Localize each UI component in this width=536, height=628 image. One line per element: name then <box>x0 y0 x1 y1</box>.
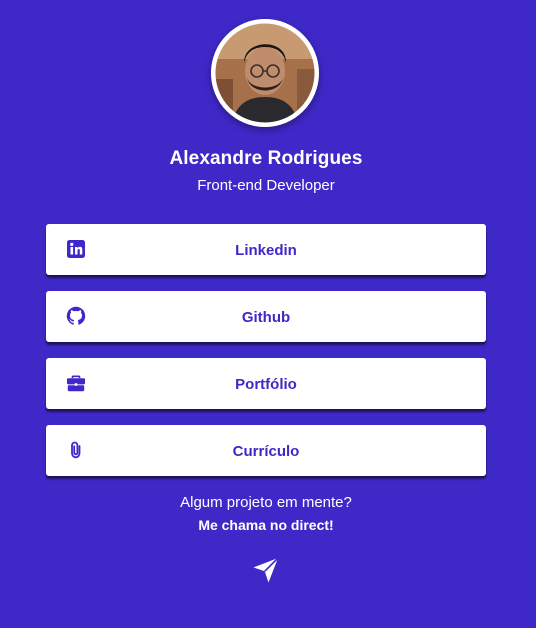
portfolio-button[interactable]: Portfólio <box>46 358 486 409</box>
linkedin-label: Linkedin <box>235 242 297 259</box>
send-icon[interactable] <box>252 556 280 584</box>
contact-action: Me chama no direct! <box>198 517 334 533</box>
resume-button[interactable]: Currículo <box>46 425 486 476</box>
profile-name: Alexandre Rodrigues <box>169 148 363 169</box>
resume-label: Currículo <box>232 443 300 460</box>
profile-role: Front-end Developer <box>197 177 335 194</box>
links-list: Linkedin Github Portfólio Currículo <box>46 224 486 492</box>
linkedin-button[interactable]: Linkedin <box>46 224 486 275</box>
github-button[interactable]: Github <box>46 291 486 342</box>
portfolio-label: Portfólio <box>235 376 297 393</box>
profile-avatar <box>211 19 319 127</box>
contact-question: Algum projeto em mente? <box>180 494 352 511</box>
github-label: Github <box>241 309 291 326</box>
